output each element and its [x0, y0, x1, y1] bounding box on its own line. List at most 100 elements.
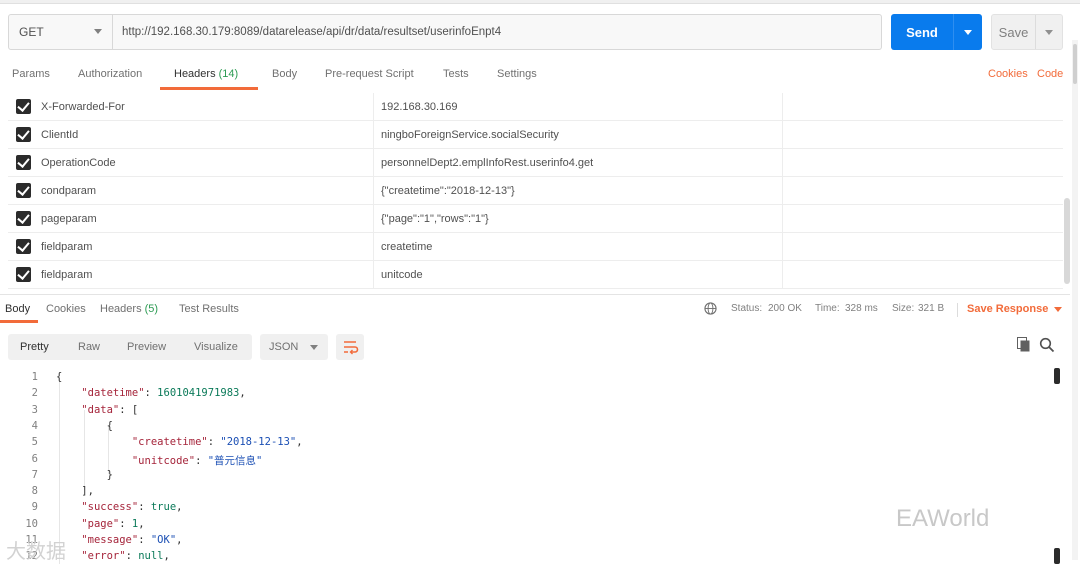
code-token: null	[138, 550, 164, 563]
checkbox[interactable]	[16, 239, 31, 254]
save-response-label: Save Response	[967, 303, 1049, 315]
checkbox[interactable]	[16, 155, 31, 170]
status-value[interactable]: 200 OK	[768, 303, 802, 314]
code-line[interactable]: "unitcode": "普元信息"	[56, 453, 263, 468]
response-body-editor[interactable]: 1 {2 "datetime": 1601041971983, 3 "data": …	[0, 368, 1060, 566]
headers-scrollbar[interactable]	[1064, 198, 1070, 284]
header-value[interactable]: {"page":"1","rows":"1"}	[381, 213, 489, 225]
header-key[interactable]: fieldparam	[41, 241, 92, 253]
header-key[interactable]: ClientId	[41, 129, 78, 141]
code-token: }	[56, 468, 113, 481]
code-link[interactable]: Code	[1037, 68, 1063, 80]
header-key[interactable]: OperationCode	[41, 157, 116, 169]
header-key[interactable]: fieldparam	[41, 269, 92, 281]
column-divider	[373, 205, 374, 233]
code-token: :	[138, 534, 151, 546]
tab-body[interactable]: Body	[272, 68, 297, 80]
header-key[interactable]: X-Forwarded-For	[41, 101, 125, 113]
divider	[957, 303, 958, 317]
checkbox[interactable]	[16, 211, 31, 226]
code-token: ,	[176, 534, 183, 546]
url-input[interactable]: http://192.168.30.179:8089/datarelease/a…	[113, 15, 881, 49]
editor-scrollbar-bottom[interactable]	[1054, 548, 1060, 564]
size-value[interactable]: 321 B	[918, 303, 944, 314]
save-response-button[interactable]: Save Response	[967, 303, 1063, 315]
method-select[interactable]: GET	[9, 15, 113, 49]
code-token: "page"	[81, 517, 120, 530]
line-number: 10	[25, 517, 38, 530]
code-line[interactable]: "datetime": 1601041971983,	[56, 387, 245, 399]
code-line[interactable]: {	[56, 420, 113, 432]
send-options-dropdown[interactable]	[954, 14, 982, 50]
tab-tests[interactable]: Tests	[443, 68, 469, 80]
header-value[interactable]: 192.168.30.169	[381, 101, 457, 113]
column-divider	[782, 233, 783, 261]
save-button[interactable]: Save	[991, 14, 1063, 50]
code-token: true	[150, 501, 177, 514]
tab-prerequest-script[interactable]: Pre-request Script	[325, 68, 414, 80]
time-value[interactable]: 328 ms	[845, 303, 878, 314]
tab-response-cookies[interactable]: Cookies	[46, 303, 86, 315]
line-number: 9	[31, 501, 38, 514]
code-line[interactable]: "createtime": "2018-12-13",	[56, 436, 303, 448]
format-label: JSON	[269, 341, 299, 353]
save-options-dropdown[interactable]	[1036, 15, 1062, 49]
tab-params[interactable]: Params	[12, 68, 50, 80]
code-line[interactable]: ],	[56, 485, 94, 497]
code-token: {	[56, 419, 113, 432]
code-token: ,	[296, 436, 303, 449]
code-token: "message"	[81, 534, 139, 546]
code-token: ,	[163, 550, 170, 563]
table-row: pageparam {"page":"1","rows":"1"}	[8, 205, 1063, 233]
header-key[interactable]: pageparam	[41, 213, 97, 225]
checkbox[interactable]	[16, 183, 31, 198]
tab-response-body[interactable]: Body	[5, 303, 30, 315]
status-label: Status:	[731, 303, 763, 314]
column-divider	[373, 121, 374, 149]
checkbox[interactable]	[16, 99, 31, 114]
code-line[interactable]: }	[56, 469, 113, 481]
view-visualize[interactable]: Visualize	[194, 341, 238, 353]
header-value[interactable]: personnelDept2.emplInfoRest.userinfo4.ge…	[381, 157, 593, 169]
send-button[interactable]: Send	[891, 14, 982, 50]
active-tab-indicator	[160, 87, 258, 90]
line-number: 2	[31, 387, 38, 400]
tab-authorization[interactable]: Authorization	[78, 68, 142, 80]
search-icon[interactable]	[1039, 337, 1055, 353]
code-line[interactable]: "message": "OK",	[56, 534, 182, 546]
column-divider	[373, 261, 374, 289]
checkbox[interactable]	[16, 267, 31, 282]
header-key[interactable]: condparam	[41, 185, 96, 197]
code-token: :	[138, 501, 151, 514]
header-value[interactable]: unitcode	[381, 269, 423, 281]
window-scrollbar-thumb[interactable]	[1073, 44, 1077, 84]
copy-icon[interactable]	[1017, 337, 1031, 353]
view-raw[interactable]: Raw	[78, 341, 100, 353]
view-pretty[interactable]: Pretty	[20, 341, 49, 353]
window-top-edge	[0, 0, 1080, 4]
tab-response-headers[interactable]: Headers (5)	[100, 303, 158, 315]
code-line[interactable]: "page": 1,	[56, 517, 144, 530]
code-line[interactable]: "success": true,	[56, 501, 182, 513]
chevron-down-icon	[1045, 29, 1053, 35]
line-number: 4	[31, 419, 38, 432]
header-value[interactable]: ningboForeignService.socialSecurity	[381, 129, 559, 141]
code-line[interactable]: {	[56, 371, 62, 383]
header-value[interactable]: {"createtime":"2018-12-13"}	[381, 185, 515, 197]
tab-settings[interactable]: Settings	[497, 68, 537, 80]
cookies-link[interactable]: Cookies	[988, 68, 1028, 80]
wrap-lines-icon[interactable]	[336, 334, 364, 360]
window-scrollbar[interactable]	[1072, 40, 1078, 560]
editor-scrollbar-top[interactable]	[1054, 368, 1060, 384]
headers-table: X-Forwarded-For 192.168.30.169 ClientId …	[8, 93, 1063, 293]
view-preview[interactable]: Preview	[127, 341, 166, 353]
globe-icon[interactable]	[704, 302, 717, 315]
method-label: GET	[19, 25, 44, 39]
checkbox[interactable]	[16, 127, 31, 142]
tab-headers[interactable]: Headers (14)	[174, 68, 238, 80]
format-select[interactable]: JSON	[260, 334, 328, 360]
tab-test-results[interactable]: Test Results	[179, 303, 239, 315]
code-line[interactable]: "error": null,	[56, 550, 170, 562]
header-value[interactable]: createtime	[381, 241, 432, 253]
code-line[interactable]: "data": [	[56, 404, 138, 416]
